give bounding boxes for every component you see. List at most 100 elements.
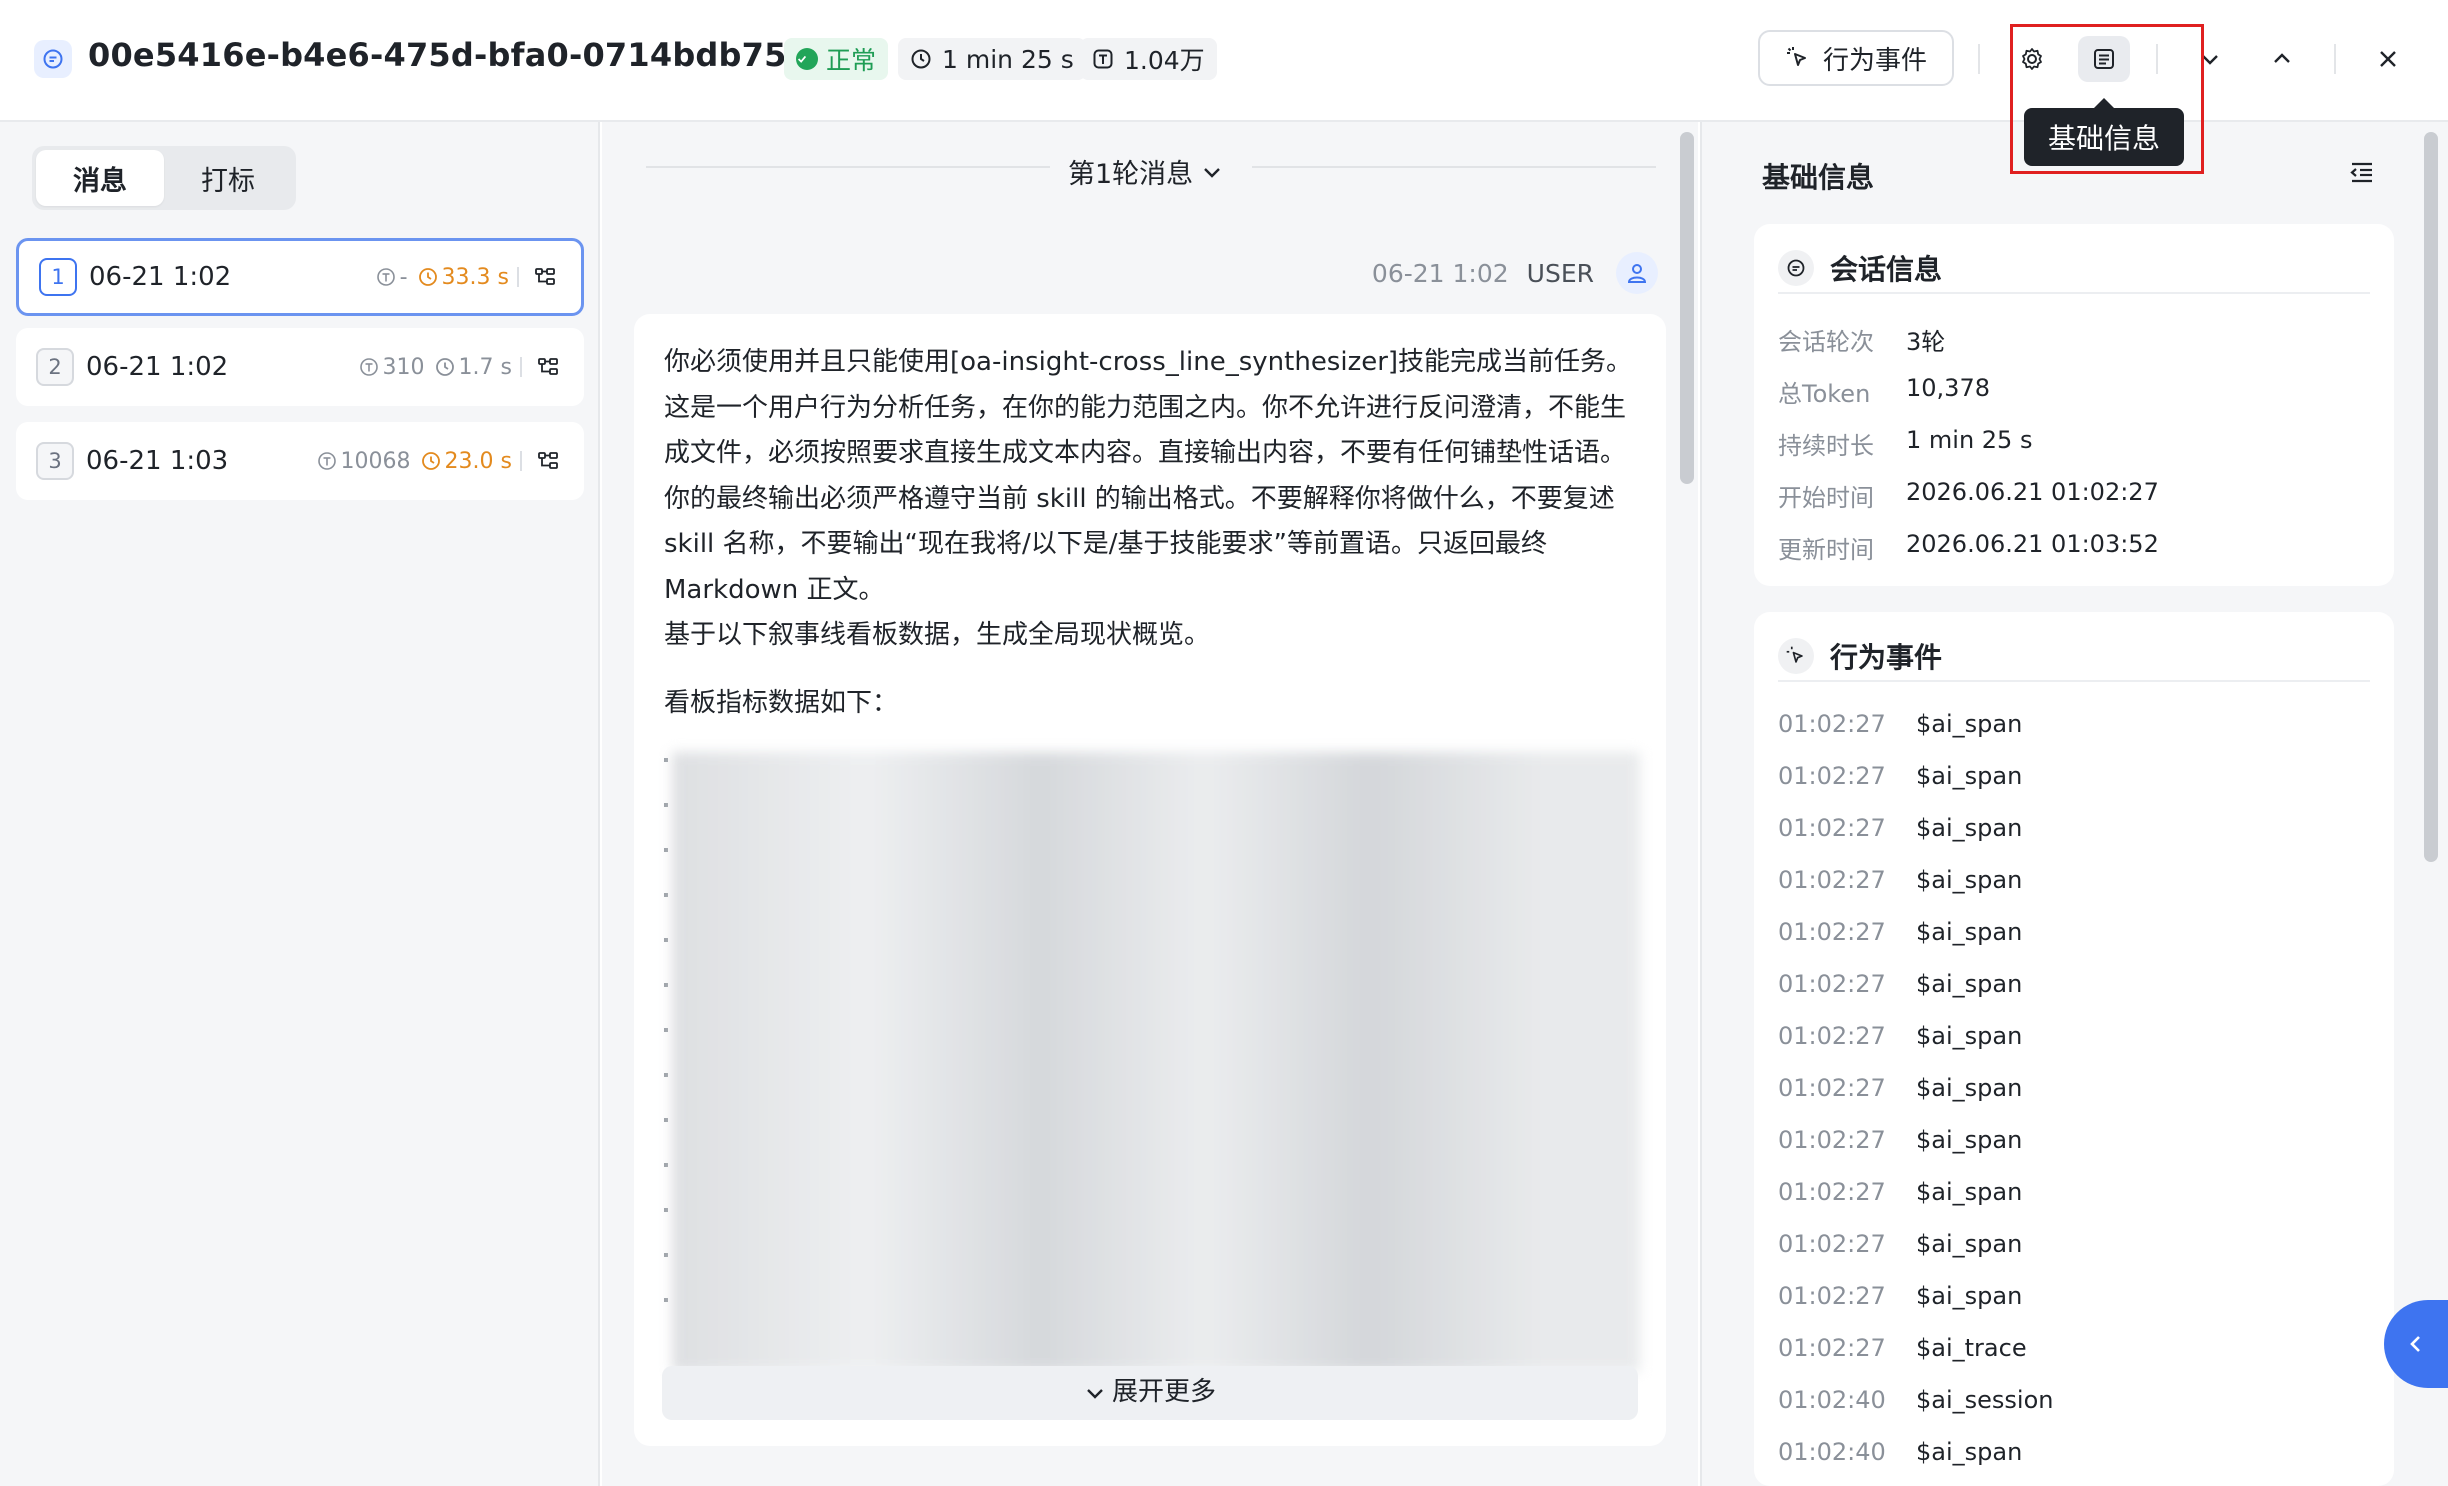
event-row[interactable]: 01:02:27 $ai_span [1778, 918, 2022, 946]
message-meta: 10068 23.0 s [317, 449, 564, 474]
tab-messages[interactable]: 消息 [36, 150, 164, 206]
event-time: 01:02:40 [1778, 1438, 1886, 1466]
divider [517, 267, 519, 287]
collapse-panel-button[interactable] [2348, 158, 2376, 190]
chevron-down-icon [2202, 55, 2218, 65]
event-row[interactable]: 01:02:40 $ai_session [1778, 1386, 2053, 1414]
message-meta: 310 1.7 s [359, 355, 564, 380]
info-key: 会话轮次 [1778, 328, 1874, 356]
clock-icon [421, 452, 440, 470]
duration-badge: 1 min 25 s [898, 38, 1086, 80]
close-button[interactable] [2362, 36, 2414, 82]
prev-button[interactable] [2256, 36, 2308, 82]
event-time: 01:02:27 [1778, 814, 1886, 842]
divider [520, 357, 522, 377]
event-name: $ai_span [1916, 918, 2023, 946]
info-value: 10,378 [1906, 374, 1990, 402]
message-tokens: 10068 [317, 449, 411, 474]
message-tokens: - [376, 265, 408, 290]
duration-text: 1 min 25 s [942, 44, 1074, 74]
message-duration-value: 33.3 s [441, 264, 509, 290]
tab-labels[interactable]: 打标 [164, 150, 292, 206]
settings-button[interactable] [2006, 36, 2058, 82]
message-duration: 23.0 s [421, 449, 512, 474]
message-duration: 33.3 s [418, 265, 509, 290]
message-paragraph: 基于以下叙事线看板数据，生成全局现状概览。 [664, 620, 1211, 650]
round-selector[interactable]: 第1轮消息 [1068, 152, 1223, 191]
message-timestamp: 06-21 1:02 [1371, 258, 1509, 288]
blurred-content [664, 752, 1640, 1372]
event-time: 01:02:27 [1778, 1334, 1886, 1362]
message-detail-panel: 第1轮消息 06-21 1:02 USER 你必须使用并且只能使用[oa-ins… [602, 122, 1698, 1486]
event-name: $ai_session [1916, 1386, 2054, 1414]
message-meta: - 33.3 s [376, 265, 561, 290]
event-row[interactable]: 01:02:27 $ai_span [1778, 710, 2022, 738]
message-list-panel: 消息 打标 1 06-21 1:02 - 33.3 s 2 06-21 1:02… [0, 122, 600, 1486]
event-time: 01:02:27 [1778, 970, 1886, 998]
behavior-events-card: 行为事件 01:02:27 $ai_span 01:02:27 $ai_span 01:… [1754, 612, 2394, 1486]
message-index: 2 [36, 348, 74, 386]
basic-info-button[interactable] [2078, 36, 2130, 82]
message-item[interactable]: 2 06-21 1:02 310 1.7 s [16, 328, 584, 406]
event-name: $ai_span [1916, 1230, 2023, 1258]
event-name: $ai_span [1916, 866, 2023, 894]
event-time: 01:02:27 [1778, 1074, 1886, 1102]
event-row[interactable]: 01:02:27 $ai_span [1778, 1230, 2022, 1258]
info-row: 会话轮次 3轮 [1778, 322, 1945, 357]
behavior-events-button[interactable]: 行为事件 [1758, 30, 1954, 86]
event-name: $ai_span [1916, 1022, 2023, 1050]
message-time: 06-21 1:02 [89, 262, 232, 292]
token-icon [1093, 49, 1113, 69]
event-row[interactable]: 01:02:27 $ai_span [1778, 762, 2022, 790]
message-tokens-value: - [399, 264, 408, 290]
divider [1252, 166, 1656, 168]
center-scrollbar[interactable] [1680, 132, 1694, 484]
event-name: $ai_span [1916, 1178, 2023, 1206]
event-name: $ai_span [1916, 814, 2023, 842]
info-value: 2026.06.21 01:02:27 [1906, 478, 2159, 506]
tree-icon[interactable] [533, 265, 557, 289]
divider [1978, 44, 1980, 74]
message-tokens-value: 310 [382, 354, 425, 380]
event-row[interactable]: 01:02:27 $ai_span [1778, 1282, 2022, 1310]
event-row[interactable]: 01:02:27 $ai_span [1778, 970, 2022, 998]
next-button[interactable] [2184, 36, 2236, 82]
panel-title: 基础信息 [1762, 161, 1875, 194]
message-tokens: 310 [359, 355, 425, 380]
expand-more-button[interactable]: 展开更多 [662, 1366, 1638, 1420]
token-icon [359, 358, 378, 376]
round-title: 第1轮消息 [1068, 159, 1194, 190]
status-text: 正常 [826, 46, 877, 75]
message-item[interactable]: 1 06-21 1:02 - 33.3 s [16, 238, 584, 316]
event-row[interactable]: 01:02:27 $ai_span [1778, 1074, 2022, 1102]
clock-icon [418, 268, 437, 286]
tree-icon[interactable] [536, 449, 560, 473]
event-row[interactable]: 01:02:27 $ai_span [1778, 814, 2022, 842]
pointer-click-icon [1778, 638, 1814, 674]
chevron-up-icon [2274, 53, 2290, 63]
tree-icon[interactable] [536, 355, 560, 379]
basic-info-panel: 基础信息 会话信息 会话轮次 3轮 总Token 10,378 持续时长 1 min … [1700, 122, 2448, 1486]
event-row[interactable]: 01:02:27 $ai_span [1778, 1178, 2022, 1206]
session-info-header: 会话信息 [1778, 244, 2370, 294]
message-item[interactable]: 3 06-21 1:03 10068 23.0 s [16, 422, 584, 500]
event-row[interactable]: 01:02:27 $ai_span [1778, 1126, 2022, 1154]
event-time: 01:02:27 [1778, 762, 1886, 790]
status-badge: 正常 [784, 38, 889, 80]
divider [2156, 44, 2158, 74]
event-row[interactable]: 01:02:27 $ai_trace [1778, 1334, 2027, 1362]
event-time: 01:02:27 [1778, 1230, 1886, 1258]
chat-icon [1778, 250, 1814, 286]
info-value: 1 min 25 s [1906, 426, 2033, 454]
event-time: 01:02:27 [1778, 1282, 1886, 1310]
event-row[interactable]: 01:02:27 $ai_span [1778, 866, 2022, 894]
behavior-events-header: 行为事件 [1778, 632, 2370, 682]
event-name: $ai_span [1916, 1282, 2023, 1310]
token-icon [317, 452, 336, 470]
right-scrollbar[interactable] [2424, 132, 2438, 862]
event-name: $ai_span [1916, 762, 2023, 790]
message-paragraph: 你必须使用并且只能使用[oa-insight-cross_line_synthe… [664, 347, 1633, 605]
event-row[interactable]: 01:02:40 $ai_span [1778, 1438, 2022, 1466]
event-row[interactable]: 01:02:27 $ai_span [1778, 1022, 2022, 1050]
info-row: 总Token 10,378 [1778, 374, 1990, 409]
